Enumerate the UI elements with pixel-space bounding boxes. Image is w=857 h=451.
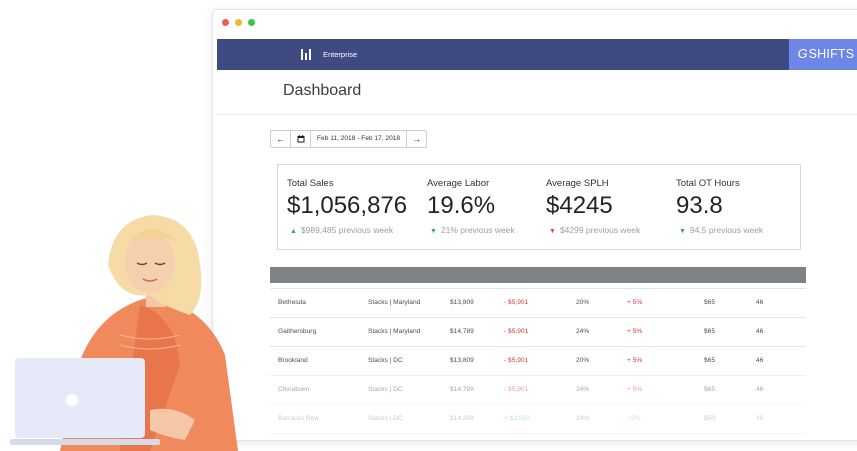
cell-labor-diff: - 5% [627, 415, 641, 422]
cell-ot: 46 [756, 386, 764, 393]
cell-ot: 46 [756, 328, 764, 335]
trend-down-icon: ▼ [430, 228, 437, 235]
cell-splh: $65 [704, 299, 716, 306]
trend-down-icon: ▼ [679, 228, 686, 235]
cell-labor-diff: + 5% [627, 328, 643, 335]
cell-ot: 46 [756, 357, 764, 364]
table-row[interactable]: Brookland Stacks | DC $13,809 - $5,901 2… [270, 346, 806, 375]
table-row[interactable]: Barracks Row Stacks | DC $14,289 + $3,50… [270, 404, 806, 434]
cell-labor-diff: + 5% [627, 357, 643, 364]
top-navbar: Enterprise GSHIFTS [217, 39, 857, 70]
cell-sales: $14,789 [450, 328, 474, 335]
stat-value: $1,056,876 [287, 192, 408, 219]
cell-sales-diff: - $5,901 [504, 299, 529, 306]
cell-labor: 24% [576, 415, 590, 422]
cell-labor: 20% [576, 357, 590, 364]
cell-group: Stacks | DC [368, 415, 403, 422]
cell-splh: $65 [704, 328, 716, 335]
brand-logo: GSHIFTS [789, 39, 857, 70]
date-range-picker: ← Feb 11, 2018 - Feb 17, 2018 → [270, 130, 428, 148]
cell-location: Gaithersburg [278, 328, 317, 335]
table-row[interactable]: Bethesda Stacks | Maryland $13,809 - $5,… [270, 288, 806, 317]
table-row[interactable]: Chinatown Stacks | DC $14,789 - $5,901 2… [270, 375, 806, 404]
table-row[interactable]: Gaithersburg Stacks | Maryland $14,789 -… [270, 317, 806, 346]
cell-splh: $65 [704, 357, 716, 364]
cell-location: Bethesda [278, 299, 306, 306]
brand-mark: G [797, 47, 808, 61]
next-week-button[interactable]: → [407, 131, 426, 147]
window-titlebar [213, 10, 857, 38]
cell-sales-diff: - $5,901 [504, 328, 529, 335]
stat-label: Average SPLH [546, 178, 609, 189]
cell-group: Stacks | Maryland [368, 299, 421, 306]
cell-location: Chinatown [278, 386, 310, 393]
maximize-window-button[interactable] [248, 19, 255, 26]
person-with-laptop-illustration [10, 215, 238, 451]
brand-name: SHIFTS [808, 47, 855, 61]
cell-group: Stacks | Maryland [368, 328, 421, 335]
cell-splh: $65 [704, 386, 716, 393]
cell-labor-diff: + 5% [627, 386, 643, 393]
stat-previous: ▲ $989,485 previous week [290, 225, 394, 235]
stat-previous: ▼ 94.5 previous week [679, 225, 764, 235]
cell-sales: $14,789 [450, 386, 474, 393]
cell-labor: 24% [576, 386, 590, 393]
stat-label: Total OT Hours [676, 178, 740, 189]
cell-ot: 10 [756, 415, 764, 422]
cell-group: Stacks | DC [368, 357, 403, 364]
cell-sales: $13,809 [450, 299, 474, 306]
close-window-button[interactable] [222, 19, 229, 26]
page-title: Dashboard [283, 82, 362, 99]
stats-panel: Total Sales $1,056,876 ▲ $989,485 previou… [277, 164, 801, 250]
locations-table: Bethesda Stacks | Maryland $13,809 - $5,… [270, 288, 806, 434]
calendar-icon[interactable] [291, 131, 311, 147]
cell-location: Brookland [278, 357, 308, 364]
minimize-window-button[interactable] [235, 19, 242, 26]
browser-window: Enterprise GSHIFTS Dashboard ← Feb 11, 2… [212, 9, 857, 441]
stat-label: Total Sales [287, 178, 334, 189]
stat-label: Average Labor [427, 178, 490, 189]
cell-sales-diff: - $5,901 [504, 386, 529, 393]
cell-sales: $14,289 [450, 415, 474, 422]
stat-value: $4245 [546, 192, 613, 219]
cell-sales-diff: - $5,901 [504, 357, 529, 364]
nav-enterprise-label[interactable]: Enterprise [323, 50, 357, 59]
cell-labor-diff: + 5% [627, 299, 643, 306]
cell-sales: $13,809 [450, 357, 474, 364]
divider [217, 114, 857, 115]
stat-previous: ▼ $4299 previous week [549, 225, 641, 235]
stat-previous: ▼ 21% previous week [430, 225, 515, 235]
date-range-field[interactable]: Feb 11, 2018 - Feb 17, 2018 [311, 131, 408, 147]
trend-up-icon: ▲ [290, 228, 297, 235]
cell-labor: 20% [576, 299, 590, 306]
cell-ot: 46 [756, 299, 764, 306]
stat-value: 93.8 [676, 192, 723, 219]
cell-sales-diff: + $3,500 [504, 415, 530, 422]
previous-week-button[interactable]: ← [271, 131, 291, 147]
trend-down-icon: ▼ [549, 228, 556, 235]
cell-group: Stacks | DC [368, 386, 403, 393]
table-header [270, 267, 806, 283]
cell-splh: $50 [704, 415, 716, 422]
cell-labor: 24% [576, 328, 590, 335]
bar-chart-icon[interactable] [301, 49, 312, 60]
cell-location: Barracks Row [278, 415, 320, 422]
stat-value: 19.6% [427, 192, 496, 219]
